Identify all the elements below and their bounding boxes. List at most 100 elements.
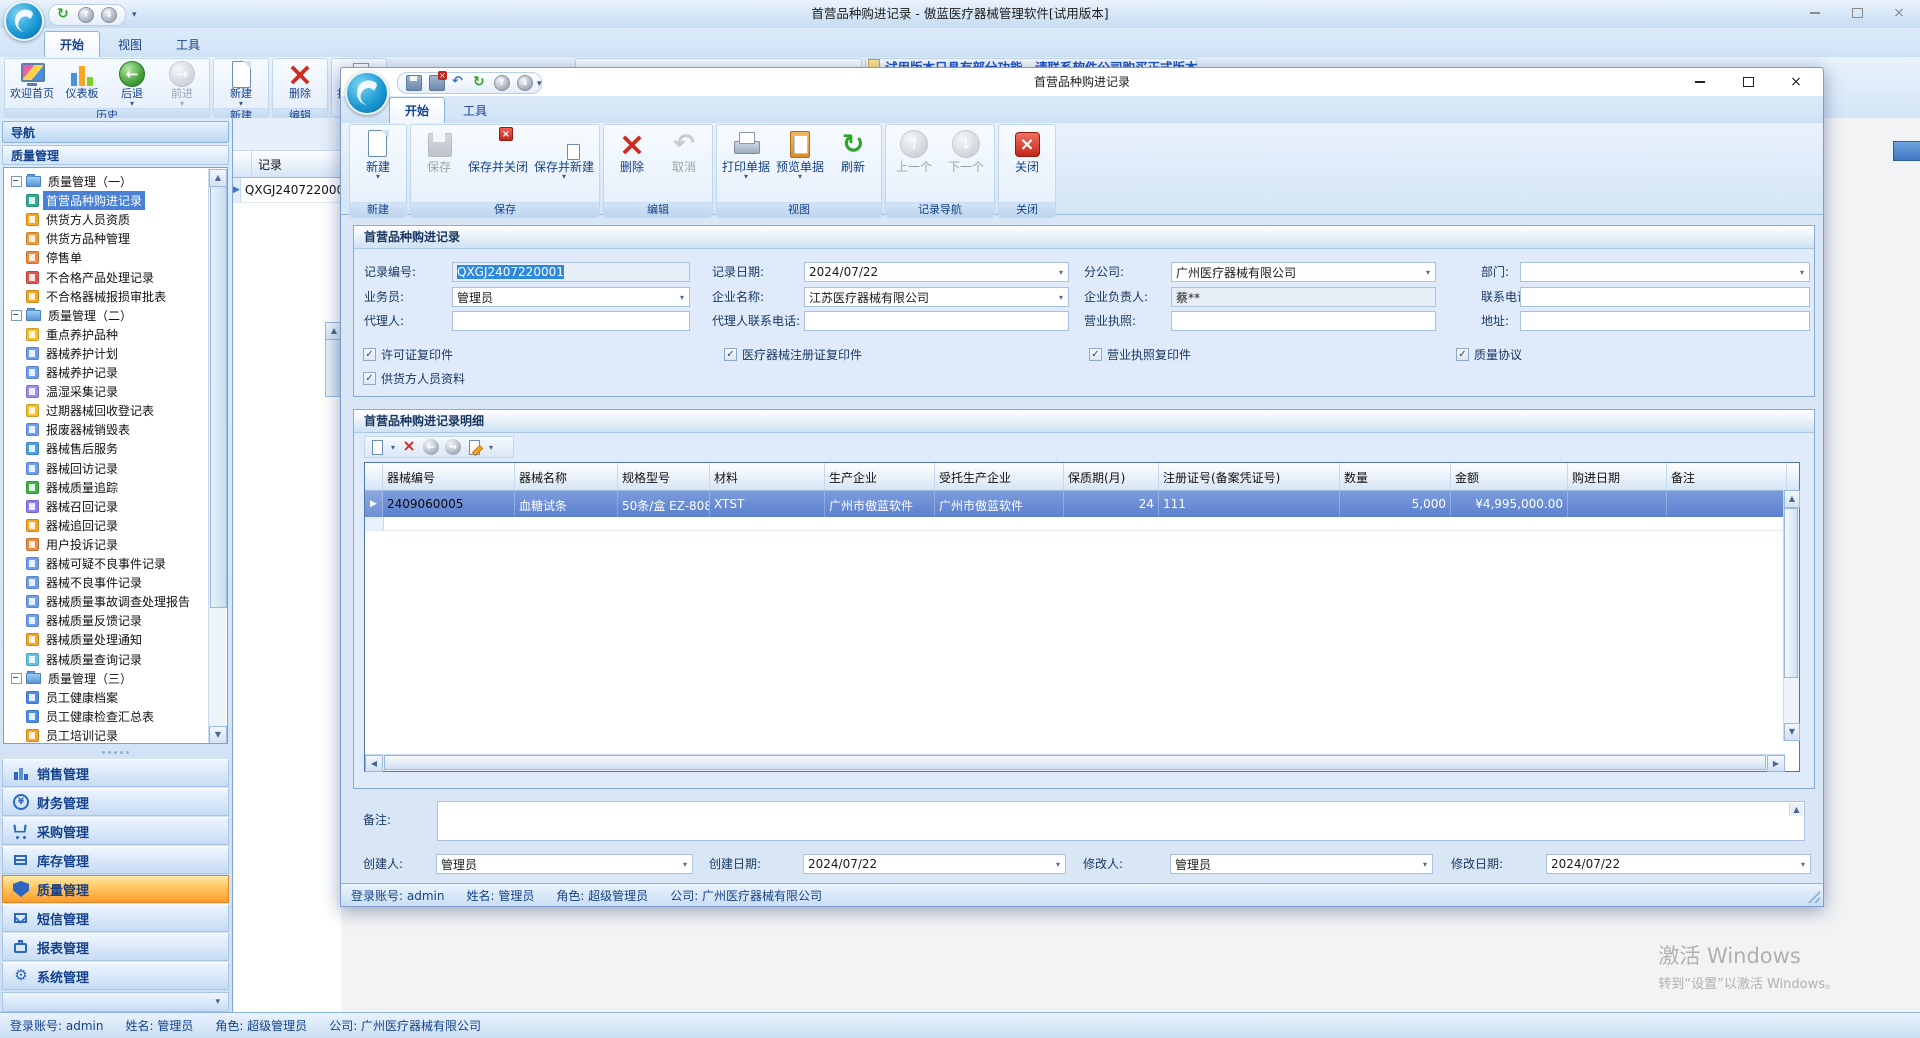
- refresh-icon[interactable]: [57, 8, 71, 22]
- tree-item-器械不良事件记录[interactable]: 器械不良事件记录: [26, 573, 145, 592]
- 删除-button[interactable]: 删除: [606, 126, 658, 181]
- tree-item-器械回访记录[interactable]: 器械回访记录: [26, 459, 121, 478]
- scroll-up-icon[interactable]: ▲: [1789, 803, 1803, 816]
- expand-minus-icon[interactable]: [11, 176, 22, 187]
- table-row[interactable]: ▶2409060005血糖试条50条/盒 EZ-808(...XTST广州市傲蓝…: [365, 491, 1799, 517]
- docked-panel-tab[interactable]: [1893, 141, 1920, 161]
- field-企业负责人[interactable]: 蔡**: [1171, 287, 1436, 307]
- scrollbar-thumb[interactable]: [384, 755, 1766, 770]
- sidebar-section-销售管理[interactable]: 销售管理: [2, 759, 229, 787]
- chevron-down-icon[interactable]: ▾: [215, 997, 220, 1007]
- checkbox-营业执照复印件[interactable]: ✓营业执照复印件: [1089, 347, 1191, 361]
- tree-item-器械质量事故调查处理报告[interactable]: 器械质量事故调查处理报告: [26, 592, 193, 611]
- column-header-器械编号[interactable]: 器械编号: [383, 463, 515, 490]
- expand-minus-icon[interactable]: [11, 310, 22, 321]
- qat-overflow-icon[interactable]: ▾: [537, 79, 542, 89]
- refresh-icon[interactable]: [473, 76, 487, 90]
- table-new-row-stub[interactable]: [365, 517, 1799, 531]
- field-创建人[interactable]: 管理员▾: [436, 854, 693, 874]
- column-header-购进日期[interactable]: 购进日期: [1568, 463, 1667, 490]
- chevron-down-icon[interactable]: ▾: [1051, 860, 1065, 869]
- chevron-down-icon[interactable]: ▾: [1421, 268, 1435, 277]
- checkbox-供货方人员资料[interactable]: ✓供货方人员资料: [363, 371, 465, 385]
- qat-overflow-icon[interactable]: ▾: [132, 10, 137, 20]
- checkbox-质量协议[interactable]: ✓质量协议: [1456, 347, 1522, 361]
- tree-item-报废器械销毁表[interactable]: 报废器械销毁表: [26, 420, 133, 439]
- tree-item-器械养护记录[interactable]: 器械养护记录: [26, 363, 121, 382]
- resize-grip[interactable]: [1808, 891, 1820, 903]
- 保存并新建-button[interactable]: 保存并新建▾: [531, 126, 597, 181]
- scrollbar-thumb[interactable]: [1784, 508, 1798, 678]
- chevron-down-icon[interactable]: ▾: [391, 443, 395, 452]
- new-row-icon[interactable]: [369, 439, 385, 455]
- column-header-器械名称[interactable]: 器械名称: [515, 463, 618, 490]
- minimize-button[interactable]: [1802, 4, 1828, 22]
- tree-item-用户投诉记录[interactable]: 用户投诉记录: [26, 535, 121, 554]
- checkbox-icon[interactable]: ✓: [1089, 348, 1102, 361]
- delete-row-icon[interactable]: [401, 439, 417, 455]
- chevron-down-icon[interactable]: ▾: [1054, 268, 1068, 277]
- sidebar-section-库存管理[interactable]: 库存管理: [2, 846, 229, 874]
- column-header-数量[interactable]: 数量: [1340, 463, 1451, 490]
- column-header-保质期(月)[interactable]: 保质期(月): [1064, 463, 1159, 490]
- column-header-材料[interactable]: 材料: [710, 463, 825, 490]
- previous-icon[interactable]: [78, 7, 94, 23]
- 欢迎首页-button[interactable]: 欢迎首页: [7, 60, 57, 108]
- field-部门[interactable]: ▾: [1520, 262, 1810, 282]
- field-记录编号[interactable]: QXGJ2407220001: [452, 262, 690, 282]
- sidebar-section-财务管理[interactable]: 财务管理: [2, 788, 229, 816]
- list-scrollbar[interactable]: ▲: [325, 322, 341, 397]
- dialog-logo-icon[interactable]: [345, 71, 389, 115]
- 新建-button[interactable]: 新建▾: [216, 60, 266, 108]
- next-icon[interactable]: [517, 75, 533, 91]
- undo-icon[interactable]: [452, 76, 466, 90]
- column-header-金额[interactable]: 金额: [1451, 463, 1568, 490]
- field-营业执照[interactable]: [1171, 311, 1436, 331]
- chevron-down-icon[interactable]: ▾: [1054, 293, 1068, 302]
- tree-item-不合格器械报损审批表[interactable]: 不合格器械报损审批表: [26, 287, 169, 306]
- tree-item-供货方品种管理[interactable]: 供货方品种管理: [26, 229, 133, 248]
- tree-item-供货方人员资质[interactable]: 供货方人员资质: [26, 210, 133, 229]
- close-button[interactable]: ×: [1886, 4, 1912, 22]
- sidebar-options-strip[interactable]: ▾: [2, 992, 229, 1012]
- sidebar-section-采购管理[interactable]: 采购管理: [2, 817, 229, 845]
- column-header-受托生产企业[interactable]: 受托生产企业: [935, 463, 1064, 490]
- tree-item-温湿采集记录[interactable]: 温湿采集记录: [26, 382, 121, 401]
- field-修改人[interactable]: 管理员▾: [1170, 854, 1433, 874]
- tree-item-器械质量反馈记录[interactable]: 器械质量反馈记录: [26, 611, 145, 630]
- field-业务员[interactable]: 管理员▾: [452, 287, 690, 307]
- scroll-up-icon[interactable]: ▲: [209, 169, 227, 187]
- app-logo-icon[interactable]: [4, 1, 44, 41]
- next-row-icon[interactable]: [445, 439, 461, 455]
- 预览单据-button[interactable]: 预览单据▾: [773, 126, 827, 181]
- scroll-right-icon[interactable]: ▶: [1767, 755, 1785, 772]
- scroll-up-icon[interactable]: ▲: [1784, 490, 1800, 508]
- field-代理人联系电话[interactable]: [804, 311, 1069, 331]
- tree-item-质量管理（一）[interactable]: 质量管理（一）: [8, 172, 135, 191]
- tree-item-员工培训记录[interactable]: 员工培训记录: [26, 726, 121, 744]
- chevron-down-icon[interactable]: ▾: [1796, 860, 1810, 869]
- list-row[interactable]: ▶ QXGJ2407220001: [233, 178, 341, 203]
- tree-item-首营品种购进记录[interactable]: 首营品种购进记录: [26, 191, 145, 210]
- 保存并关闭-button[interactable]: 保存并关闭: [465, 126, 531, 181]
- tree-item-器械质量处理通知[interactable]: 器械质量处理通知: [26, 630, 145, 649]
- prev-row-icon[interactable]: [423, 439, 439, 455]
- tree-item-不合格产品处理记录[interactable]: 不合格产品处理记录: [26, 268, 157, 287]
- tree-item-器械养护计划[interactable]: 器械养护计划: [26, 344, 121, 363]
- field-代理人[interactable]: [452, 311, 690, 331]
- checkbox-icon[interactable]: ✓: [363, 372, 376, 385]
- sidebar-section-报表管理[interactable]: 报表管理: [2, 933, 229, 961]
- tree-item-器械质量查询记录[interactable]: 器械质量查询记录: [26, 650, 145, 669]
- scroll-down-icon[interactable]: ▼: [1784, 723, 1800, 741]
- dialog-minimize-button[interactable]: [1687, 73, 1713, 91]
- remark-input[interactable]: ▲: [437, 801, 1805, 841]
- 删除-button[interactable]: 删除: [275, 60, 325, 108]
- tree-item-质量管理（三）[interactable]: 质量管理（三）: [8, 669, 135, 688]
- table-vertical-scrollbar[interactable]: ▲ ▼: [1783, 490, 1799, 741]
- checkbox-许可证复印件[interactable]: ✓许可证复印件: [363, 347, 453, 361]
- checkbox-icon[interactable]: ✓: [1456, 348, 1469, 361]
- tab-开始[interactable]: 开始: [389, 97, 445, 123]
- dialog-close-button[interactable]: ×: [1783, 73, 1809, 91]
- field-创建日期[interactable]: 2024/07/22▾: [803, 854, 1066, 874]
- edit-row-icon[interactable]: [467, 439, 483, 455]
